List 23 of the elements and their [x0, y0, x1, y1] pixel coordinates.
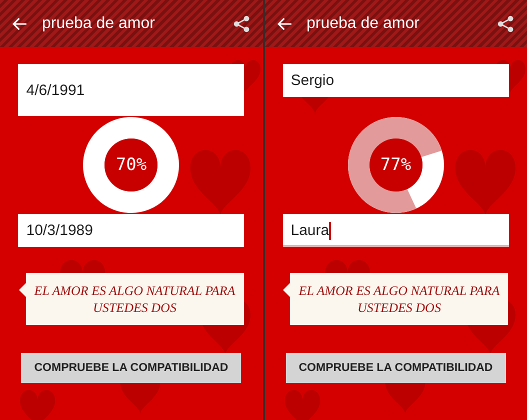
field-text: Laura [290, 222, 330, 239]
input-field[interactable]: 10/3/1989 [18, 214, 244, 247]
share-icon[interactable] [497, 14, 515, 32]
field-text: 4/6/1991 [26, 82, 85, 98]
message-bubble: EL AMOR ES ALGO NATURAL PARA USTEDES DOS [26, 273, 244, 325]
check-compatibility-button[interactable]: COMPRUEBE LA COMPATIBILIDAD [21, 353, 242, 383]
input-field[interactable]: Sergio [282, 64, 509, 97]
input-field[interactable]: 4/6/1991 [18, 64, 244, 116]
check-compatibility-button[interactable]: COMPRUEBE LA COMPATIBILIDAD [286, 353, 506, 383]
back-arrow-icon[interactable] [12, 16, 28, 32]
app-title: prueba de amor [42, 14, 156, 32]
field-text: Sergio [290, 72, 334, 89]
back-arrow-icon[interactable] [276, 16, 292, 32]
percentage-text: 70% [116, 155, 147, 175]
percentage-text: 77% [380, 155, 412, 175]
bubble-tail [18, 283, 26, 297]
app-title: prueba de amor [306, 14, 420, 32]
input-field[interactable]: Laura [282, 214, 509, 247]
message-bubble: EL AMOR ES ALGO NATURAL PARA USTEDES DOS [290, 273, 508, 325]
share-icon[interactable] [232, 14, 250, 32]
text-cursor [329, 222, 331, 240]
field-text: 10/3/1989 [26, 222, 93, 239]
bubble-tail [283, 283, 290, 297]
